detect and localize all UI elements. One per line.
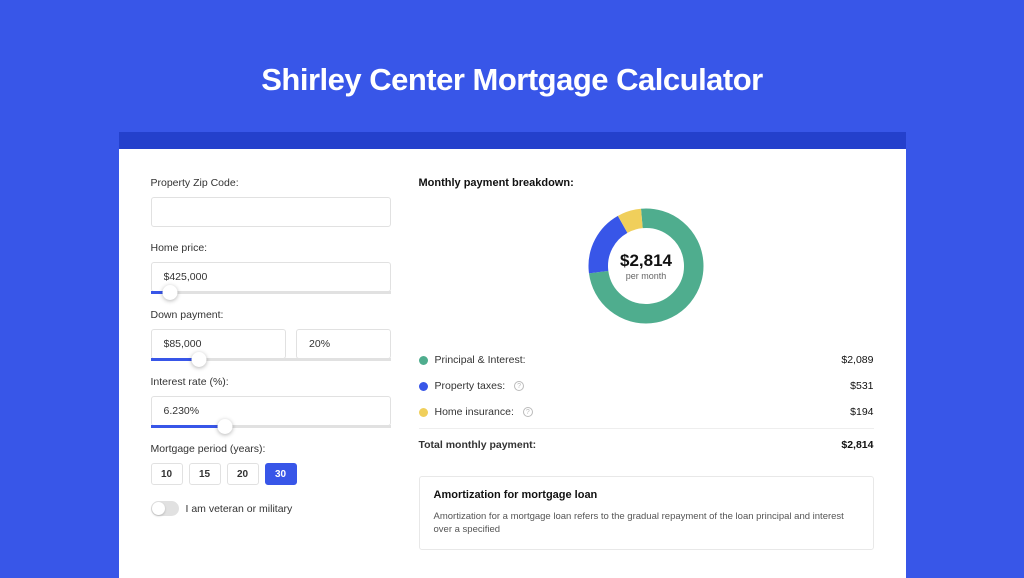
total-row: Total monthly payment: $2,814 [419, 428, 874, 458]
period-label: Mortgage period (years): [151, 443, 391, 455]
veteran-label: I am veteran or military [186, 503, 293, 515]
amortization-text: Amortization for a mortgage loan refers … [434, 510, 859, 537]
legend-row: Home insurance:? $194 [419, 399, 874, 425]
breakdown-title: Monthly payment breakdown: [419, 177, 874, 189]
calculator-card: Property Zip Code: Home price: Down paym… [119, 149, 906, 578]
legend-label: Principal & Interest: [435, 354, 526, 366]
home-price-field: Home price: [151, 242, 391, 294]
toggle-knob [152, 502, 165, 515]
amortization-box: Amortization for mortgage loan Amortizat… [419, 476, 874, 550]
period-btn-30[interactable]: 30 [265, 463, 297, 485]
home-price-label: Home price: [151, 242, 391, 254]
total-label: Total monthly payment: [419, 439, 537, 451]
veteran-toggle[interactable] [151, 501, 179, 516]
zip-label: Property Zip Code: [151, 177, 391, 189]
down-payment-input[interactable] [151, 329, 287, 359]
period-field: Mortgage period (years): 10 15 20 30 [151, 443, 391, 485]
legend-value: $2,089 [841, 354, 873, 366]
legend-dot [419, 408, 428, 417]
slider-thumb[interactable] [191, 352, 206, 367]
veteran-row: I am veteran or military [151, 501, 391, 516]
donut-chart: $2,814 per month [419, 203, 874, 329]
total-value: $2,814 [841, 439, 873, 451]
period-btn-15[interactable]: 15 [189, 463, 221, 485]
legend-value: $194 [850, 406, 873, 418]
zip-field: Property Zip Code: [151, 177, 391, 227]
legend-label: Property taxes: [435, 380, 506, 392]
form-panel: Property Zip Code: Home price: Down paym… [151, 177, 391, 550]
down-payment-field: Down payment: [151, 309, 391, 361]
legend-label: Home insurance: [435, 406, 514, 418]
home-price-input[interactable] [151, 262, 391, 292]
interest-slider[interactable] [151, 425, 391, 428]
down-payment-slider[interactable] [151, 358, 391, 361]
slider-thumb[interactable] [162, 285, 177, 300]
card-shadow: Property Zip Code: Home price: Down paym… [119, 132, 906, 578]
slider-thumb[interactable] [217, 419, 232, 434]
donut-center: $2,814 per month [620, 251, 672, 281]
legend-dot [419, 356, 428, 365]
period-buttons: 10 15 20 30 [151, 463, 391, 485]
legend-dot [419, 382, 428, 391]
info-icon[interactable]: ? [514, 381, 524, 391]
legend: Principal & Interest: $2,089 Property taxe… [419, 347, 874, 425]
page-title: Shirley Center Mortgage Calculator [261, 62, 763, 98]
interest-field: Interest rate (%): [151, 376, 391, 428]
breakdown-panel: Monthly payment breakdown: $2,814 per mo… [419, 177, 874, 550]
legend-value: $531 [850, 380, 873, 392]
home-price-slider[interactable] [151, 291, 391, 294]
legend-row: Principal & Interest: $2,089 [419, 347, 874, 373]
down-payment-pct-input[interactable] [296, 329, 390, 359]
info-icon[interactable]: ? [523, 407, 533, 417]
interest-input[interactable] [151, 396, 391, 426]
legend-row: Property taxes:? $531 [419, 373, 874, 399]
zip-input[interactable] [151, 197, 391, 227]
donut-amount: $2,814 [620, 251, 672, 271]
amortization-title: Amortization for mortgage loan [434, 489, 859, 501]
donut-sub: per month [620, 271, 672, 281]
down-payment-label: Down payment: [151, 309, 391, 321]
period-btn-10[interactable]: 10 [151, 463, 183, 485]
period-btn-20[interactable]: 20 [227, 463, 259, 485]
interest-label: Interest rate (%): [151, 376, 391, 388]
